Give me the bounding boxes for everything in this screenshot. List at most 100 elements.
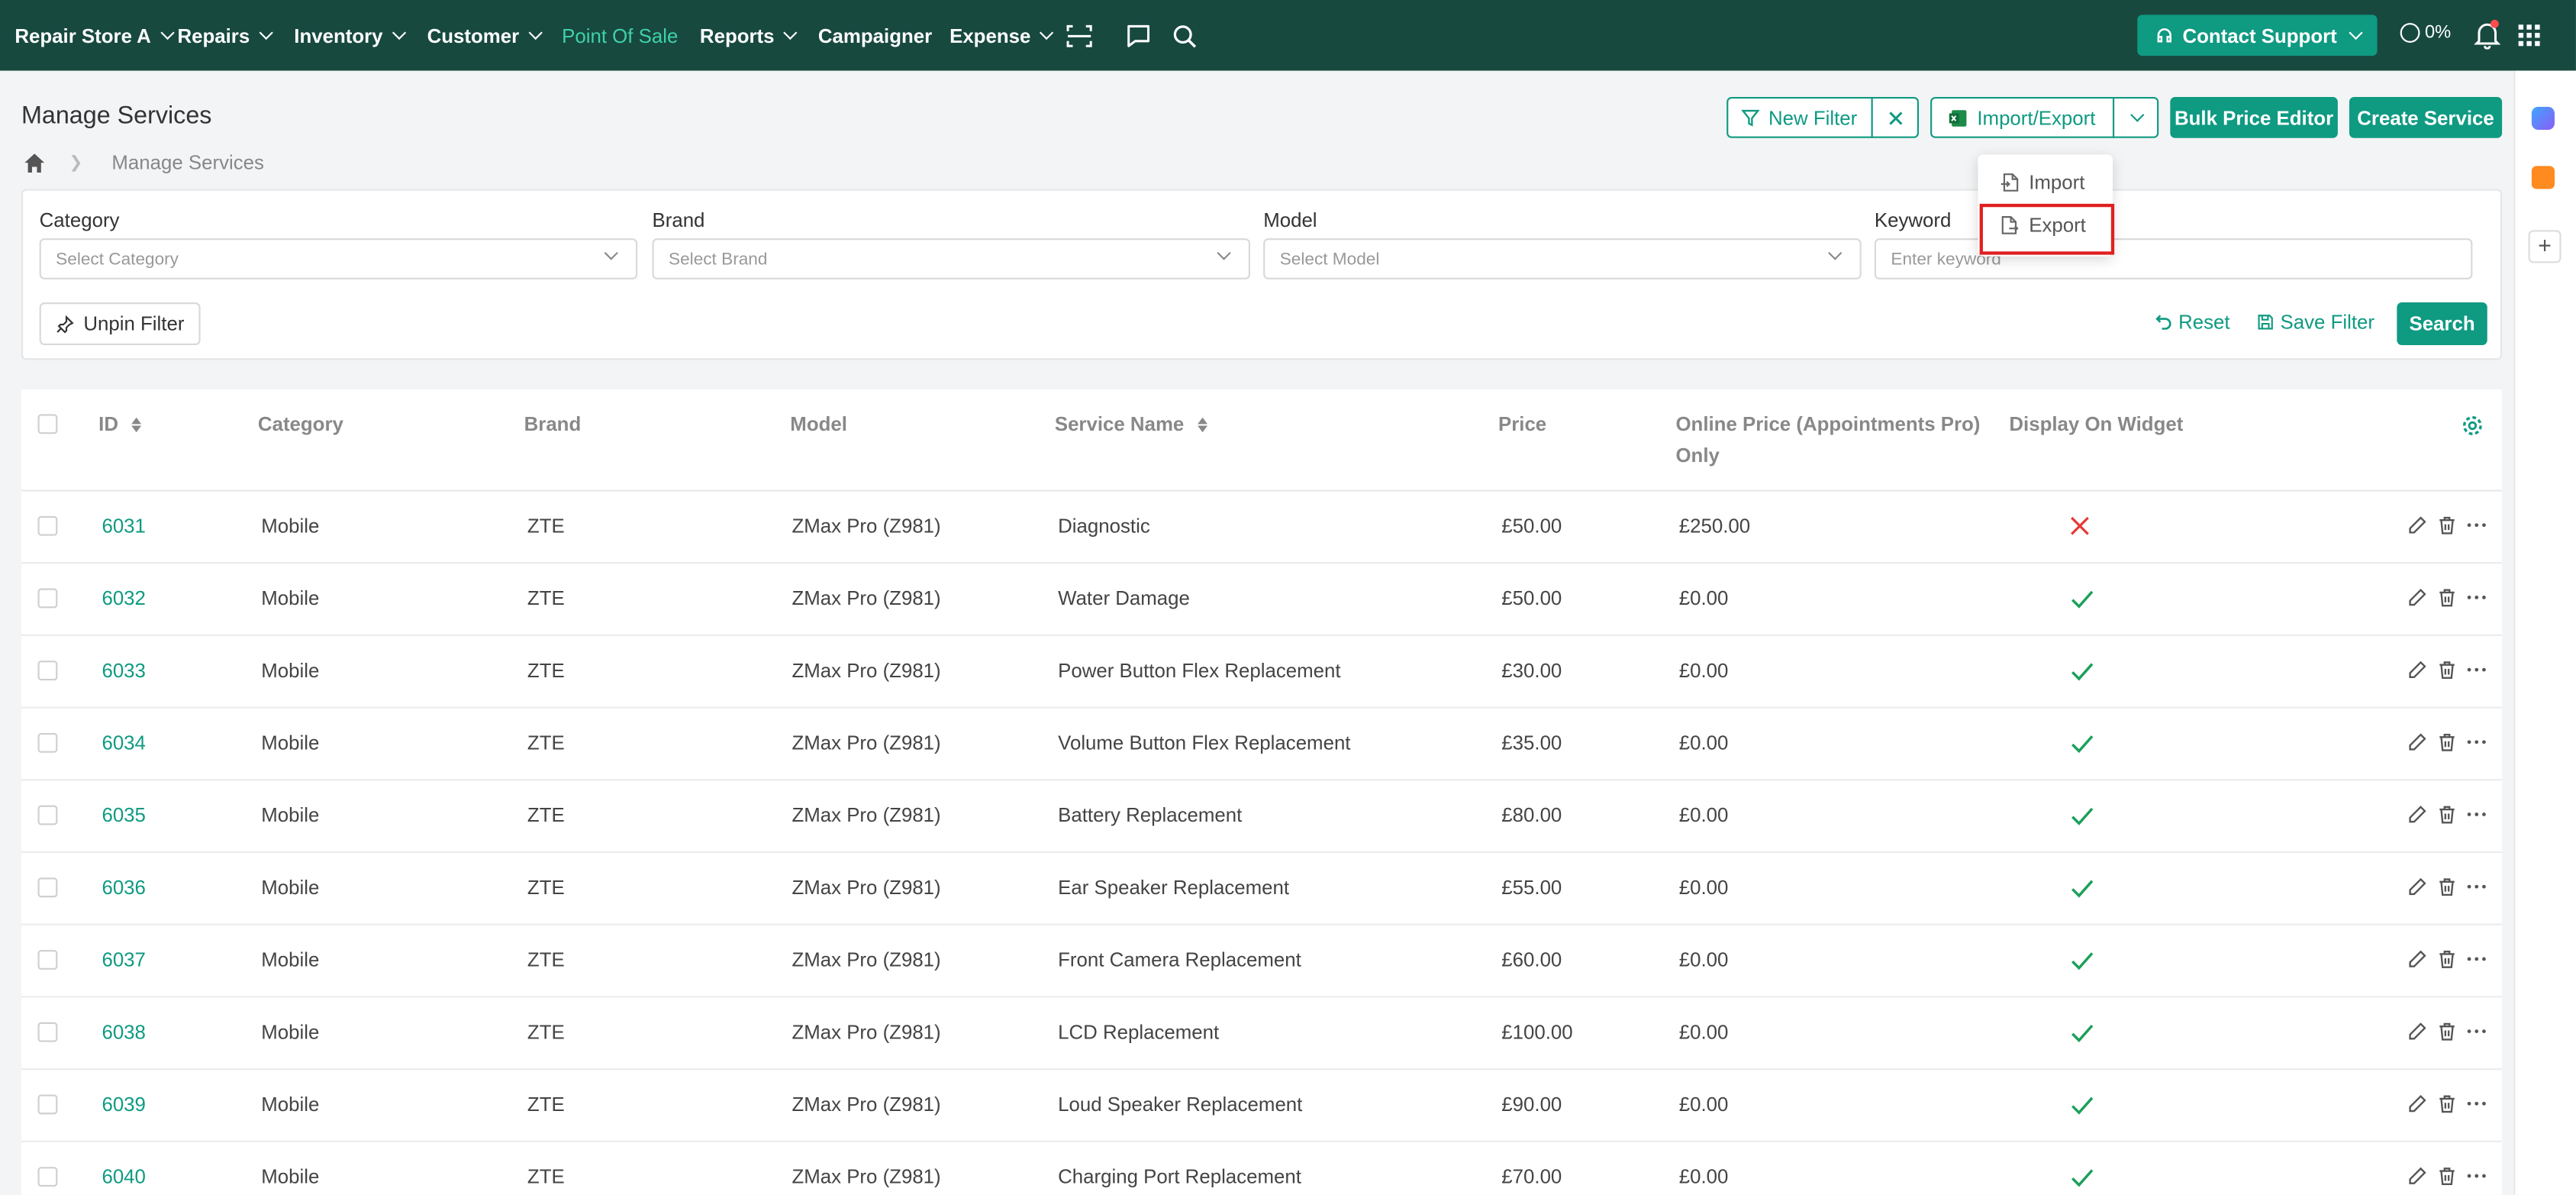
chat-icon[interactable] [1125, 23, 1151, 49]
more-options-icon[interactable] [2466, 659, 2487, 680]
more-options-icon[interactable] [2466, 732, 2487, 753]
row-checkbox[interactable] [37, 1094, 58, 1115]
nav-expense[interactable]: Expense [949, 0, 1054, 71]
apps-grid-icon[interactable] [2518, 24, 2540, 47]
create-service-button[interactable]: Create Service [2349, 96, 2503, 138]
header-id[interactable]: ID [98, 409, 142, 441]
row-checkbox[interactable] [37, 950, 58, 970]
nav-campaigner[interactable]: Campaigner [818, 0, 932, 71]
search-icon[interactable] [1172, 23, 1198, 49]
delete-icon[interactable] [2436, 659, 2458, 680]
brand-cell: ZTE [527, 514, 565, 538]
contact-support-button[interactable]: Contact Support [2137, 15, 2378, 57]
import-export-dropdown-toggle[interactable] [2112, 96, 2159, 138]
row-checkbox[interactable] [37, 805, 58, 825]
service-id-link[interactable]: 6031 [102, 489, 145, 562]
brand-select[interactable]: Select Brand [652, 238, 1250, 279]
delete-icon[interactable] [2436, 804, 2458, 825]
row-checkbox[interactable] [37, 1167, 58, 1187]
nav-repairs[interactable]: Repairs [177, 0, 273, 71]
delete-icon[interactable] [2436, 948, 2458, 970]
nav-point-of-sale[interactable]: Point Of Sale [562, 0, 678, 71]
service-id-link[interactable]: 6039 [102, 1068, 145, 1141]
export-menu-item[interactable]: Export [1978, 204, 2112, 247]
widget-enabled-check-icon[interactable] [2070, 1141, 2094, 1195]
header-service-name[interactable]: Service Name [1055, 409, 1208, 441]
chat-widget-icon[interactable] [2531, 106, 2555, 131]
scan-icon[interactable] [1066, 23, 1092, 49]
notes-widget-icon[interactable] [2531, 166, 2555, 189]
row-checkbox[interactable] [37, 877, 58, 898]
edit-icon[interactable] [2407, 948, 2428, 970]
edit-icon[interactable] [2407, 586, 2428, 608]
more-options-icon[interactable] [2466, 515, 2487, 536]
bulk-price-editor-button[interactable]: Bulk Price Editor [2170, 96, 2338, 138]
service-id-link[interactable]: 6035 [102, 779, 145, 851]
service-id-link[interactable]: 6036 [102, 851, 145, 924]
widget-enabled-check-icon[interactable] [2070, 779, 2094, 851]
widget-enabled-check-icon[interactable] [2070, 996, 2094, 1068]
select-all-checkbox[interactable] [37, 414, 58, 434]
more-options-icon[interactable] [2466, 804, 2487, 825]
row-checkbox[interactable] [37, 660, 58, 681]
more-options-icon[interactable] [2466, 876, 2487, 897]
more-options-icon[interactable] [2466, 1165, 2487, 1187]
widget-enabled-check-icon[interactable] [2070, 635, 2094, 707]
row-checkbox[interactable] [37, 515, 58, 536]
more-options-icon[interactable] [2466, 1093, 2487, 1114]
widget-enabled-check-icon[interactable] [2070, 562, 2094, 635]
store-selector[interactable]: Repair Store A [15, 0, 175, 71]
home-icon[interactable] [23, 151, 46, 174]
delete-icon[interactable] [2436, 1165, 2458, 1187]
service-id-link[interactable]: 6038 [102, 996, 145, 1068]
service-id-link[interactable]: 6034 [102, 707, 145, 780]
row-checkbox[interactable] [37, 732, 58, 753]
edit-icon[interactable] [2407, 876, 2428, 897]
progress-indicator[interactable]: 0% [2400, 23, 2451, 43]
service-id-link[interactable]: 6032 [102, 562, 145, 635]
more-options-icon[interactable] [2466, 586, 2487, 608]
widget-disabled-cross-icon[interactable] [2070, 489, 2090, 562]
edit-icon[interactable] [2407, 732, 2428, 753]
edit-icon[interactable] [2407, 1165, 2428, 1187]
delete-icon[interactable] [2436, 876, 2458, 897]
service-id-link[interactable]: 6033 [102, 635, 145, 707]
import-export-button[interactable]: Import/Export [1930, 96, 2115, 138]
search-button[interactable]: Search [2397, 302, 2487, 346]
delete-icon[interactable] [2436, 1093, 2458, 1114]
edit-icon[interactable] [2407, 804, 2428, 825]
nav-reports[interactable]: Reports [700, 0, 798, 71]
service-id-link[interactable]: 6037 [102, 924, 145, 996]
model-select[interactable]: Select Model [1263, 238, 1862, 279]
unpin-filter-button[interactable]: Unpin Filter [39, 302, 201, 346]
widget-enabled-check-icon[interactable] [2070, 707, 2094, 780]
row-checkbox[interactable] [37, 1022, 58, 1042]
clear-filter-button[interactable] [1871, 96, 1920, 138]
row-checkbox[interactable] [37, 588, 58, 609]
widget-enabled-check-icon[interactable] [2070, 924, 2094, 996]
delete-icon[interactable] [2436, 732, 2458, 753]
save-filter-button[interactable]: Save Filter [2257, 311, 2374, 334]
column-settings-gear-icon[interactable] [2461, 414, 2484, 437]
widget-enabled-check-icon[interactable] [2070, 851, 2094, 924]
import-menu-item[interactable]: Import [1978, 161, 2112, 204]
delete-icon[interactable] [2436, 586, 2458, 608]
widget-enabled-check-icon[interactable] [2070, 1068, 2094, 1141]
service-id-link[interactable]: 6040 [102, 1141, 145, 1195]
edit-icon[interactable] [2407, 659, 2428, 680]
add-widget-icon[interactable]: + [2528, 230, 2561, 263]
nav-inventory[interactable]: Inventory [294, 0, 407, 71]
more-options-icon[interactable] [2466, 948, 2487, 970]
nav-customer[interactable]: Customer [427, 0, 543, 71]
delete-icon[interactable] [2436, 1021, 2458, 1042]
edit-icon[interactable] [2407, 1021, 2428, 1042]
delete-icon[interactable] [2436, 515, 2458, 536]
category-select[interactable]: Select Category [39, 238, 638, 279]
keyword-input[interactable]: Enter keyword [1874, 238, 2473, 279]
reset-button[interactable]: Reset [2155, 311, 2230, 334]
more-options-icon[interactable] [2466, 1021, 2487, 1042]
new-filter-button[interactable]: New Filter [1726, 96, 1873, 138]
notifications-button[interactable] [2474, 19, 2501, 57]
edit-icon[interactable] [2407, 1093, 2428, 1114]
edit-icon[interactable] [2407, 515, 2428, 536]
